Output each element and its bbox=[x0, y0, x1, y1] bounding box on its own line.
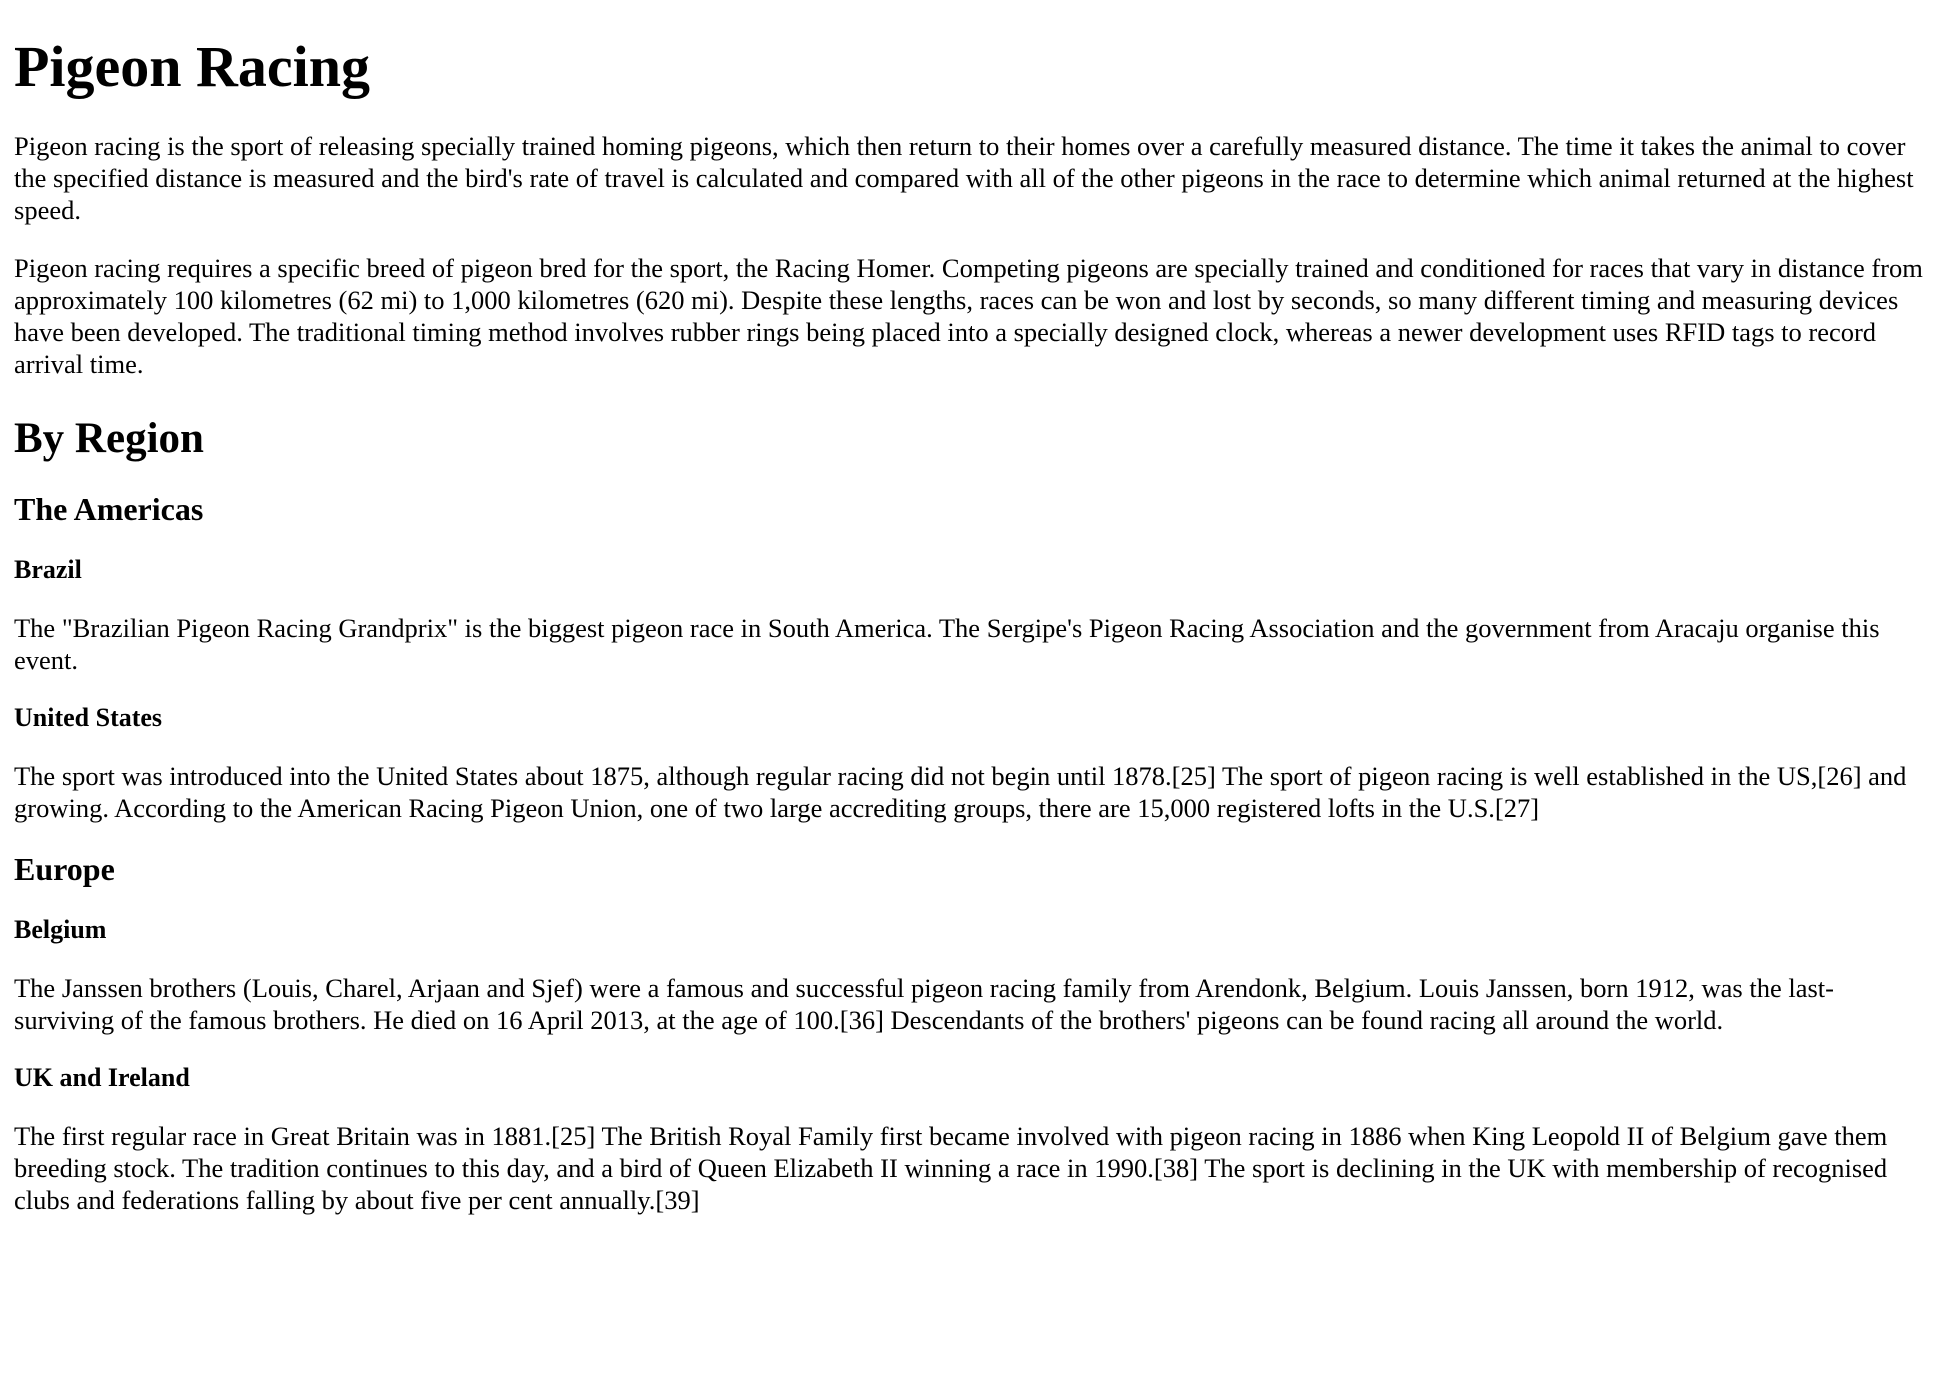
subsection-heading-americas: The Americas bbox=[14, 491, 204, 527]
section-heading-by-region: By Region bbox=[14, 415, 204, 462]
brazil-paragraph: The "Brazilian Pigeon Racing Grandprix" … bbox=[14, 613, 1880, 675]
subsection-heading-europe: Europe bbox=[14, 851, 115, 887]
subsubsection-heading-united-states: United States bbox=[14, 703, 163, 732]
subsubsection-heading-uk-ireland: UK and Ireland bbox=[14, 1063, 190, 1092]
intro-paragraph-1: Pigeon racing is the sport of releasing … bbox=[14, 131, 1914, 225]
page-title: Pigeon Racing bbox=[14, 34, 371, 99]
subsubsection-heading-brazil: Brazil bbox=[14, 555, 82, 584]
intro-paragraph-2: Pigeon racing requires a specific breed … bbox=[14, 253, 1923, 379]
subsubsection-heading-belgium: Belgium bbox=[14, 915, 107, 944]
article: Pigeon Racing Pigeon racing is the sport… bbox=[0, 34, 1942, 1216]
belgium-paragraph: The Janssen brothers (Louis, Charel, Arj… bbox=[14, 973, 1834, 1035]
uk-ireland-paragraph: The first regular race in Great Britain … bbox=[14, 1121, 1888, 1215]
united-states-paragraph: The sport was introduced into the United… bbox=[14, 761, 1907, 823]
